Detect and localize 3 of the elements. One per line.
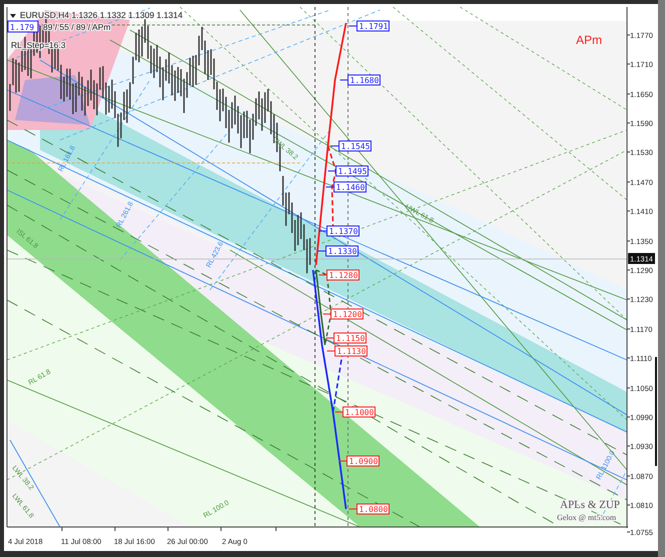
dropdown-icon[interactable] (10, 14, 16, 18)
corner-label: APm (576, 33, 602, 47)
price-tag: 1.179 (8, 20, 38, 32)
